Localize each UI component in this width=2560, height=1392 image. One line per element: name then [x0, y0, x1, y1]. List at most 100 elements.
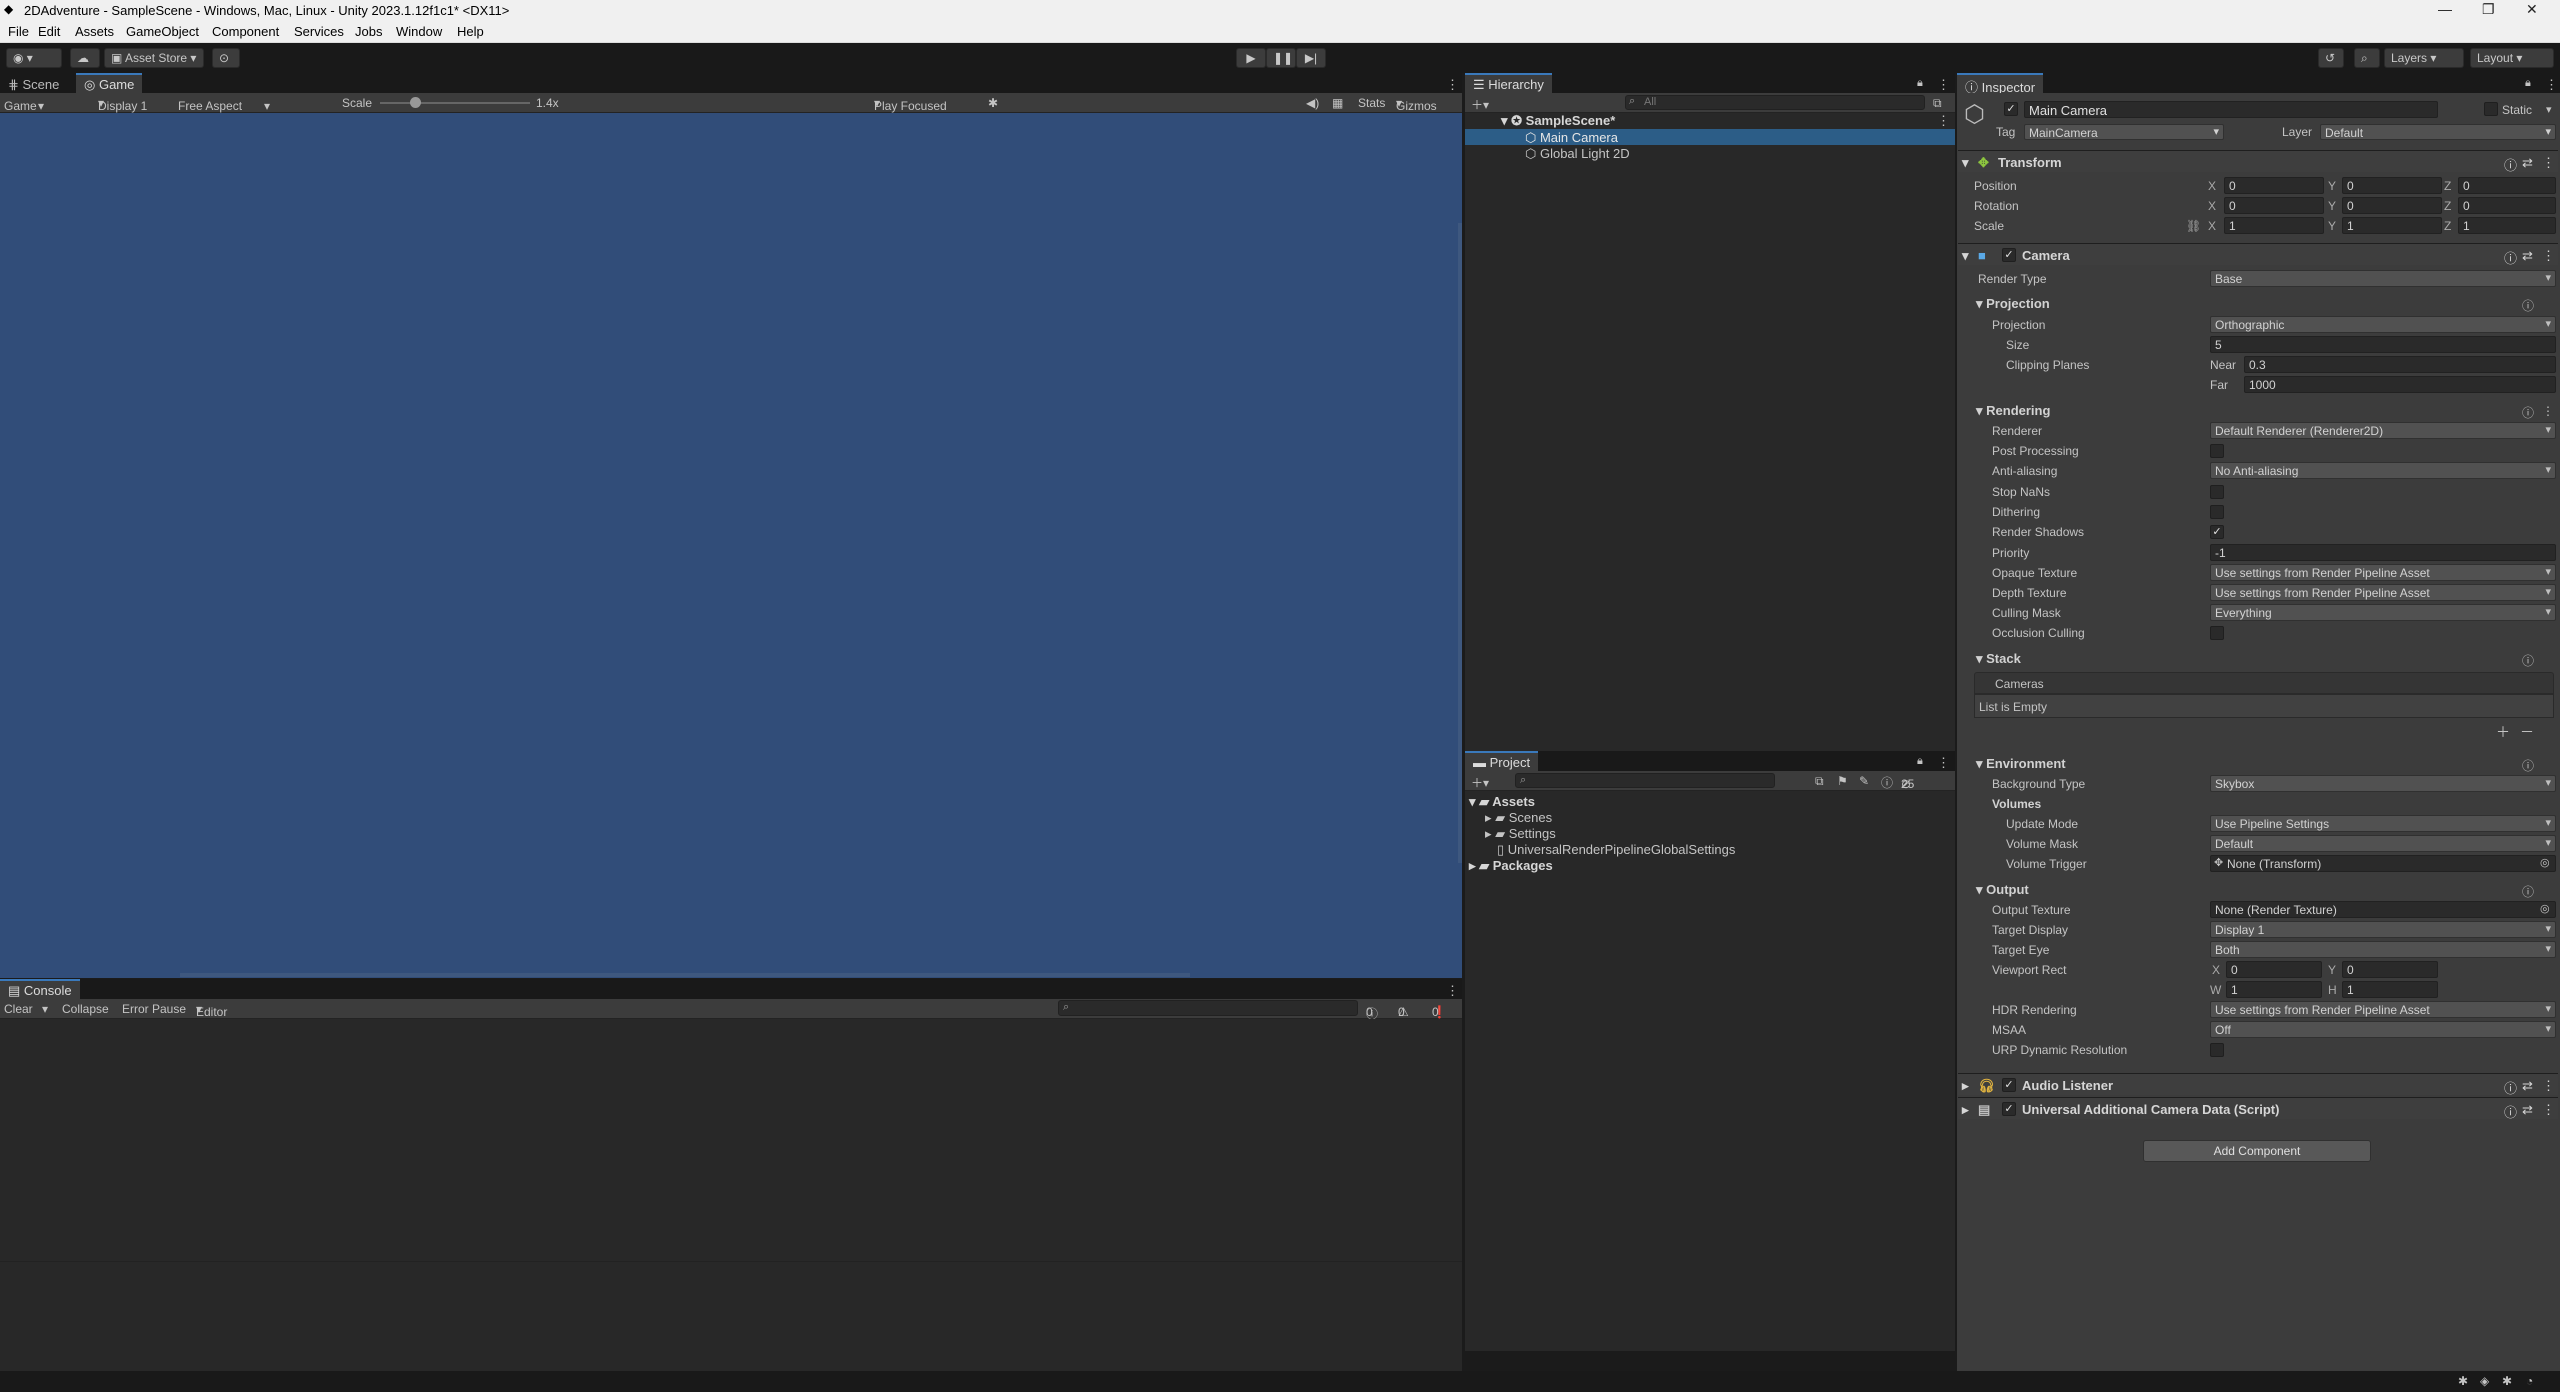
preset-icon[interactable]: ⇄	[2522, 248, 2533, 264]
background-type-dropdown[interactable]: Skybox	[2210, 775, 2556, 792]
hierarchy-search-input[interactable]: All	[1625, 95, 1925, 110]
menu-window[interactable]: Window	[396, 24, 442, 39]
urp-dynamic-resolution-checkbox[interactable]	[2210, 1043, 2224, 1057]
viewport-w-field[interactable]: 1	[2226, 981, 2322, 998]
component-kebab-icon[interactable]: ⋮	[2542, 155, 2555, 171]
shortcuts-icon[interactable]: ▦	[1332, 96, 1343, 110]
viewport-scrollbar-h[interactable]	[180, 973, 1190, 977]
help-icon[interactable]: ⓘ	[2522, 652, 2534, 669]
transform-component-header[interactable]: ▾ ✥ Transform ⓘ ⇄ ⋮	[1958, 150, 2558, 174]
lock-icon[interactable]: 🔒︎	[1917, 755, 1923, 768]
minimize-icon[interactable]: —	[2438, 1, 2452, 17]
project-assets-folder[interactable]: ▾ ▰ Assets	[1469, 794, 1535, 810]
object-picker-icon[interactable]: ◎	[2540, 902, 2550, 915]
console-search-input[interactable]: ⌕	[1058, 1000, 1358, 1016]
menu-gameobject[interactable]: GameObject	[126, 24, 199, 39]
depth-texture-dropdown[interactable]: Use settings from Render Pipeline Asset	[2210, 584, 2556, 601]
stop-nans-checkbox[interactable]	[2210, 485, 2224, 499]
render-type-dropdown[interactable]: Base	[2210, 270, 2556, 287]
collapse-button[interactable]: Collapse	[62, 1002, 109, 1016]
stack-section-header[interactable]: ▾ Stack	[1976, 651, 2021, 667]
help-icon[interactable]: ⓘ	[2504, 155, 2517, 174]
cache-icon[interactable]: ✱	[2502, 1374, 2512, 1388]
tab-console[interactable]: ▤ Console	[0, 979, 80, 1001]
tag-dropdown[interactable]: MainCamera ▾	[2024, 124, 2224, 140]
position-y-field[interactable]: 0	[2342, 177, 2442, 194]
kebab-menu-icon[interactable]: ⋮	[1446, 77, 1459, 93]
layers-dropdown[interactable]: Layers ▾	[2384, 48, 2464, 68]
active-checkbox[interactable]: ✓	[2004, 102, 2018, 116]
history-button[interactable]: ↺	[2318, 48, 2344, 68]
anti-aliasing-dropdown[interactable]: No Anti-aliasing	[2210, 462, 2556, 479]
preset-icon[interactable]: ⇄	[2522, 155, 2533, 171]
search-by-label-icon[interactable]: ⚑	[1837, 774, 1848, 788]
search-button[interactable]: ⌕	[2354, 48, 2380, 68]
tab-game[interactable]: ◎ Game	[76, 73, 143, 95]
viewport-h-field[interactable]: 1	[2342, 981, 2438, 998]
project-kebab-icon[interactable]: ⋮	[1937, 755, 1950, 771]
bug-icon[interactable]: ✱	[2458, 1374, 2468, 1388]
remove-camera-button[interactable]: －	[2520, 722, 2534, 742]
tab-scene[interactable]: ⋕ Scene	[0, 73, 67, 95]
scale-z-field[interactable]: 1	[2458, 217, 2556, 234]
menu-assets[interactable]: Assets	[75, 24, 114, 39]
maximize-icon[interactable]: ❐	[2482, 1, 2495, 18]
preset-icon[interactable]: ⇄	[2522, 1078, 2533, 1094]
volume-mask-dropdown[interactable]: Default	[2210, 835, 2556, 852]
asset-store-button[interactable]: ▣ Asset Store ▾	[104, 48, 204, 68]
audio-listener-enabled-checkbox[interactable]: ✓	[2002, 1078, 2016, 1092]
add-component-button[interactable]: Add Component	[2143, 1140, 2371, 1162]
near-clip-field[interactable]: 0.3	[2244, 356, 2556, 373]
hierarchy-item-main-camera[interactable]: ⬡ Main Camera	[1465, 129, 1955, 145]
play-button[interactable]: ▶	[1236, 48, 1266, 68]
inspector-kebab-icon[interactable]: ⋮	[2545, 77, 2558, 93]
help-icon[interactable]: ⓘ	[2504, 1102, 2517, 1121]
target-eye-dropdown[interactable]: Both	[2210, 941, 2556, 958]
output-section-header[interactable]: ▾ Output	[1976, 882, 2029, 898]
hierarchy-kebab-icon[interactable]: ⋮	[1937, 77, 1950, 93]
constrain-proportions-icon[interactable]: ⛓	[2186, 219, 2201, 233]
scene-root[interactable]: ▾ ✪ SampleScene*	[1501, 113, 1615, 129]
pause-button[interactable]: ❚❚	[1266, 48, 1296, 68]
close-icon[interactable]: ✕	[2526, 1, 2538, 18]
console-kebab-icon[interactable]: ⋮	[1446, 983, 1459, 999]
scale-slider-handle[interactable]	[409, 97, 421, 108]
position-z-field[interactable]: 0	[2458, 177, 2556, 194]
viewport-scrollbar-v[interactable]	[1458, 223, 1462, 863]
play-focused-dropdown[interactable]: Play Focused ▾	[874, 96, 947, 113]
scale-y-field[interactable]: 1	[2342, 217, 2442, 234]
opaque-texture-dropdown[interactable]: Use settings from Render Pipeline Asset	[2210, 564, 2556, 581]
viewport-x-field[interactable]: 0	[2226, 961, 2322, 978]
rotation-z-field[interactable]: 0	[2458, 197, 2556, 214]
dithering-checkbox[interactable]	[2210, 505, 2224, 519]
game-viewport[interactable]	[0, 113, 1462, 978]
uacd-component-header[interactable]: ▸ ▤ ✓ Universal Additional Camera Data (…	[1958, 1097, 2558, 1121]
renderer-dropdown[interactable]: Default Renderer (Renderer2D)	[2210, 422, 2556, 439]
layer-dropdown[interactable]: Default ▾	[2320, 124, 2556, 140]
cloud-button[interactable]: ☁	[70, 48, 100, 68]
preset-icon[interactable]: ⇄	[2522, 1102, 2533, 1118]
lock-icon[interactable]: 🔒︎	[1917, 77, 1923, 90]
msaa-dropdown[interactable]: Off	[2210, 1021, 2556, 1038]
component-kebab-icon[interactable]: ⋮	[2542, 1102, 2555, 1118]
account-button[interactable]: ◉ ▾	[6, 48, 62, 68]
layout-dropdown[interactable]: Layout ▾	[2470, 48, 2554, 68]
viewport-y-field[interactable]: 0	[2342, 961, 2438, 978]
update-mode-dropdown[interactable]: Use Pipeline Settings	[2210, 815, 2556, 832]
error-pause-button[interactable]: Error Pause	[122, 1002, 186, 1016]
uacd-enabled-checkbox[interactable]: ✓	[2002, 1102, 2016, 1116]
help-icon[interactable]: ⓘ	[2522, 297, 2534, 314]
component-kebab-icon[interactable]: ⋮	[2542, 248, 2555, 264]
scene-visibility-icon[interactable]: ⧉	[1933, 96, 1942, 111]
menu-help[interactable]: Help	[457, 24, 484, 39]
help-icon[interactable]: ⓘ	[2522, 883, 2534, 900]
object-picker-icon[interactable]: ◎	[2540, 856, 2550, 869]
tab-hierarchy[interactable]: ☰ Hierarchy	[1465, 73, 1552, 95]
audio-listener-component-header[interactable]: ▸ 🎧︎ ✓ Audio Listener ⓘ ⇄ ⋮	[1958, 1073, 2558, 1096]
rendering-section-header[interactable]: ▾ Rendering	[1976, 403, 2050, 419]
far-clip-field[interactable]: 1000	[2244, 376, 2556, 393]
console-log-area[interactable]	[0, 1019, 1462, 1371]
environment-section-header[interactable]: ▾ Environment	[1976, 756, 2066, 772]
help-icon[interactable]: ⓘ	[2504, 248, 2517, 267]
mute-audio-icon[interactable]: ◀)	[1306, 96, 1319, 110]
